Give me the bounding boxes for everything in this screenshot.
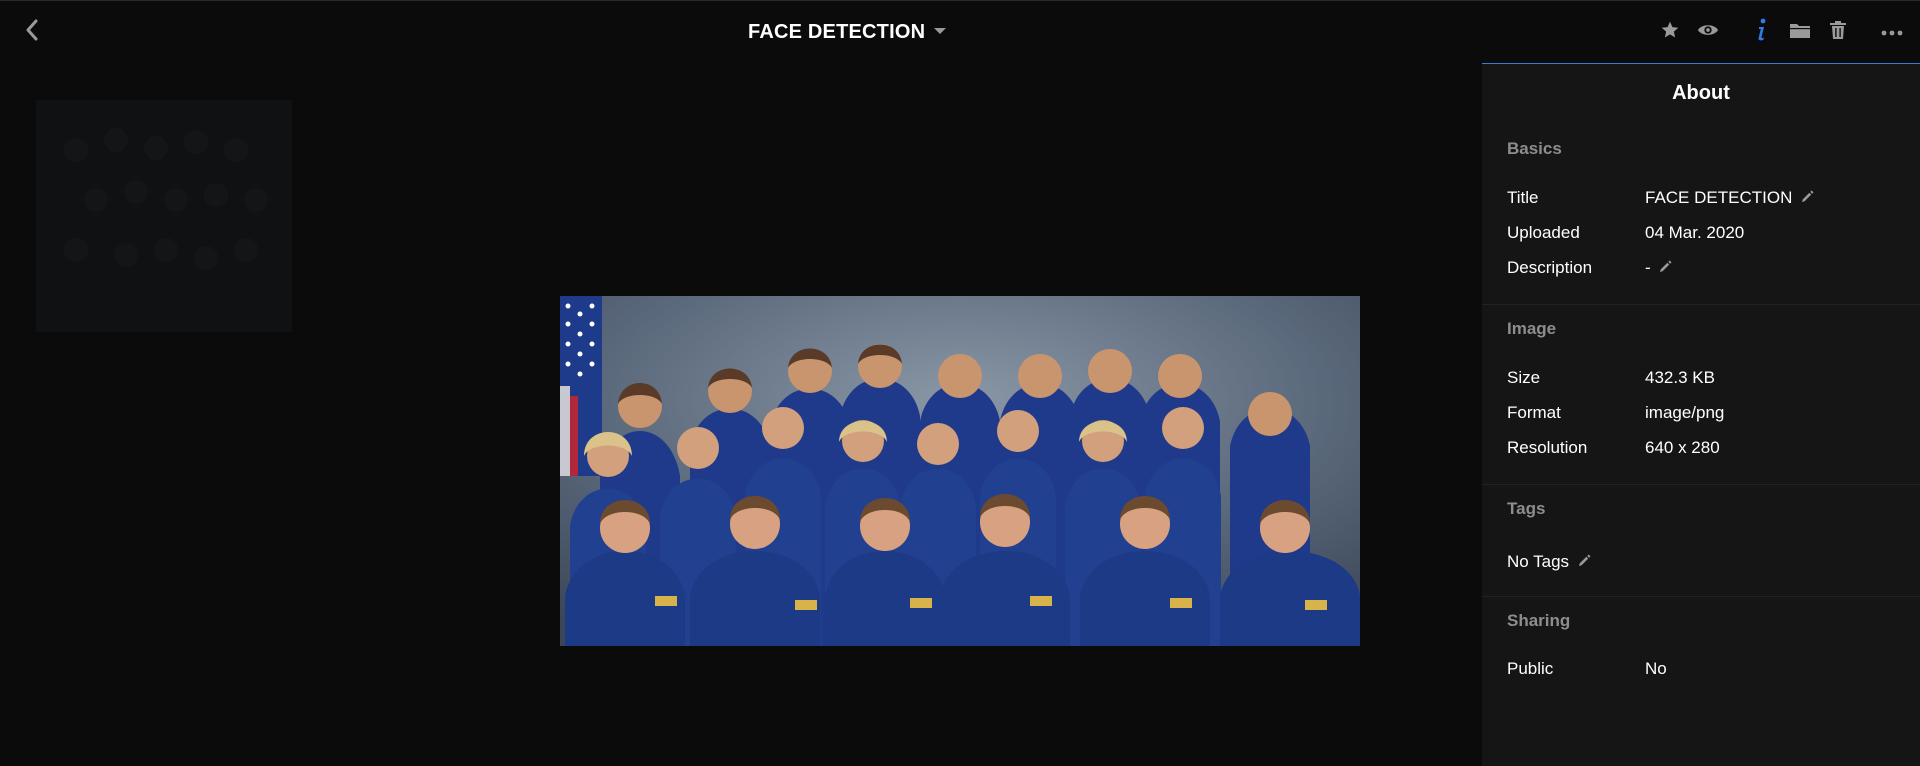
basics-title-key: Title (1507, 188, 1539, 207)
trash-icon (1829, 20, 1847, 45)
section-label-image: Image (1507, 319, 1557, 338)
basics-uploaded-key: Uploaded (1507, 223, 1580, 242)
image-format-value: image/png (1645, 403, 1725, 422)
sharing-public-key: Public (1507, 659, 1554, 678)
section-label-tags: Tags (1507, 499, 1546, 518)
basics-title-value: FACE DETECTION (1645, 188, 1793, 207)
chevron-left-icon (25, 19, 39, 46)
main-image[interactable] (560, 296, 1360, 646)
edit-tags-button[interactable] (1577, 552, 1591, 572)
info-button[interactable] (1746, 16, 1778, 48)
back-button[interactable] (20, 18, 44, 46)
basics-description-key: Description (1507, 258, 1593, 277)
divider (1482, 484, 1920, 485)
page-title: FACE DETECTION (748, 20, 926, 43)
edit-title-button[interactable] (1800, 188, 1814, 208)
background-thumbnail (36, 100, 292, 332)
basics-uploaded-value: 04 Mar. 2020 (1645, 223, 1745, 242)
divider (1482, 596, 1920, 597)
title-dropdown[interactable]: FACE DETECTION (748, 18, 947, 46)
eye-icon (1697, 22, 1719, 43)
toolbar (1648, 16, 1908, 48)
basics-title-row: FACE DETECTION (1645, 188, 1814, 208)
visibility-button[interactable] (1692, 16, 1724, 48)
folder-icon (1789, 21, 1811, 44)
more-horizontal-icon (1881, 23, 1903, 41)
edit-description-button[interactable] (1659, 258, 1673, 278)
header-bar: FACE DETECTION (0, 0, 1920, 64)
more-options-button[interactable] (1876, 16, 1908, 48)
section-label-sharing: Sharing (1507, 611, 1571, 630)
basics-description-value: - (1645, 258, 1651, 277)
caret-down-icon (933, 23, 947, 41)
move-to-album-button[interactable] (1784, 16, 1816, 48)
pencil-icon (1578, 552, 1591, 572)
panel-title: About (1672, 82, 1730, 104)
star-icon (1660, 20, 1680, 45)
image-size-value: 432.3 KB (1645, 368, 1715, 387)
image-resolution-value: 640 x 280 (1645, 438, 1720, 457)
image-size-key: Size (1507, 368, 1541, 387)
basics-description-row: - (1645, 258, 1673, 278)
sharing-public-value: No (1645, 659, 1667, 678)
pencil-icon (1659, 258, 1672, 278)
tags-row: No Tags (1507, 552, 1591, 572)
image-resolution-key: Resolution (1507, 438, 1588, 457)
image-format-key: Format (1507, 403, 1561, 422)
about-panel: About Basics Title FACE DETECTION Upload… (1482, 63, 1920, 766)
section-label-basics: Basics (1507, 139, 1562, 158)
pencil-icon (1801, 188, 1814, 208)
info-icon (1755, 18, 1769, 47)
divider (1482, 304, 1920, 305)
tags-value: No Tags (1507, 552, 1570, 571)
image-viewer: FACE DETECTION About Basics Title FACE D… (0, 0, 1920, 766)
favorite-button[interactable] (1654, 16, 1686, 48)
delete-button[interactable] (1822, 16, 1854, 48)
